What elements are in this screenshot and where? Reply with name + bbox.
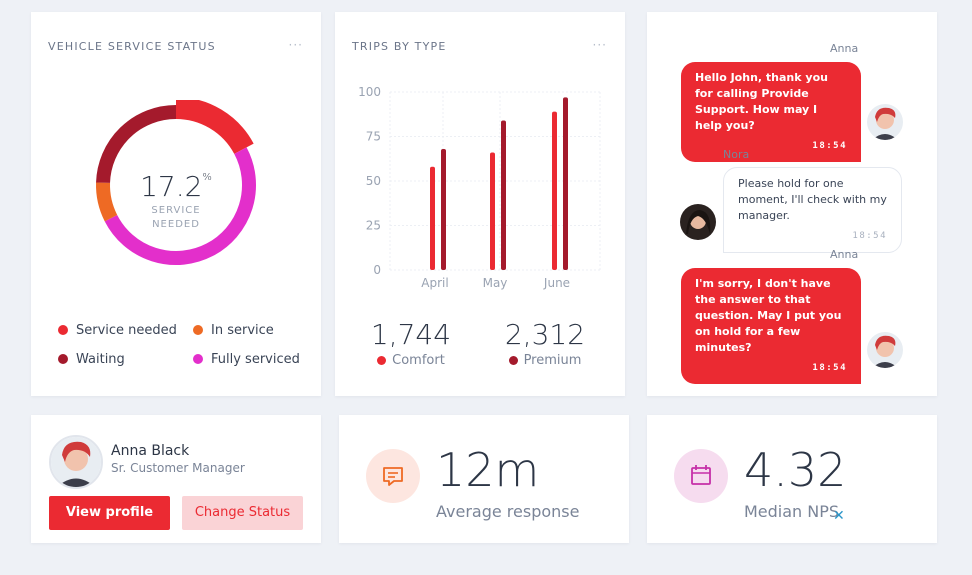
calendar-icon — [691, 465, 711, 485]
message-time: 18:54 — [812, 141, 847, 151]
stat-value: 12m — [436, 443, 540, 497]
bar-comfort-june[interactable] — [552, 111, 557, 270]
premium-stat: 2,312 Premium — [485, 318, 605, 368]
chat-message: I'm sorry, I don't have the answer to th… — [681, 268, 861, 384]
avatar — [680, 204, 716, 240]
legend-dot — [193, 354, 203, 364]
chat-message: Please hold for one moment, I'll check w… — [723, 167, 902, 253]
sender-name: Nora — [723, 148, 750, 161]
y-tick-label: 25 — [366, 219, 381, 233]
stat-icon-circle — [366, 449, 420, 503]
change-status-button[interactable]: Change Status — [182, 496, 303, 530]
donut-segment-in-service — [96, 182, 118, 222]
y-tick-label: 75 — [366, 130, 381, 144]
donut-segment-service-needed — [175, 100, 254, 155]
more-options-icon[interactable]: ··· — [593, 38, 607, 52]
legend-waiting: Waiting — [58, 352, 125, 367]
legend-service-needed: Service needed — [58, 323, 177, 338]
sender-name: Anna — [830, 42, 859, 55]
chat-message: Hello John, thank you for calling Provid… — [681, 62, 861, 162]
x-tick-label: May — [483, 276, 508, 290]
chat-card: Anna Hello John, thank you for calling P… — [647, 12, 937, 396]
message-time: 18:54 — [812, 363, 847, 373]
profile-name: Anna Black — [111, 443, 190, 459]
more-options-icon[interactable]: ··· — [289, 38, 303, 52]
comfort-stat: 1,744 Comfort — [351, 318, 471, 368]
bar-comfort-april[interactable] — [430, 166, 435, 270]
comfort-value: 1,744 — [370, 318, 452, 351]
donut-label-2: NEEDED — [152, 219, 200, 230]
y-tick-label: 50 — [366, 174, 381, 188]
x-tick-label: June — [543, 276, 570, 290]
donut-center: 17.2% SERVICE NEEDED — [126, 170, 226, 231]
stat-value: 4.32 — [744, 443, 847, 497]
donut-label-1: SERVICE — [151, 205, 201, 216]
profile-card: Anna Black Sr. Customer Manager View pro… — [31, 415, 321, 543]
legend-dot — [193, 325, 203, 335]
legend-dot — [58, 354, 68, 364]
trips-bar-chart: 0 25 50 75 100 April May June — [358, 85, 601, 290]
median-nps-card: 4.32 Median NPS ✕ — [647, 415, 937, 543]
x-tick-label: April — [421, 276, 448, 290]
vehicle-service-card: VEHICLE SERVICE STATUS ··· 17.2% SERVICE… — [31, 12, 321, 396]
donut-unit: % — [202, 172, 212, 183]
bar-comfort-may[interactable] — [490, 152, 495, 270]
avatar — [867, 332, 903, 368]
legend-in-service: In service — [193, 323, 274, 338]
avatar — [867, 104, 903, 140]
stat-label: Average response — [436, 502, 580, 521]
y-tick-label: 100 — [358, 85, 381, 99]
donut-value: 17.2% — [140, 170, 212, 203]
legend-dot — [58, 325, 68, 335]
stat-label: Median NPS — [744, 502, 840, 521]
premium-value: 2,312 — [504, 318, 586, 351]
view-profile-button[interactable]: View profile — [49, 496, 170, 530]
legend-fully-serviced: Fully serviced — [193, 352, 300, 367]
message-time: 18:54 — [852, 231, 887, 241]
bar-premium-june[interactable] — [563, 97, 568, 270]
avatar — [49, 435, 103, 489]
trips-by-type-card: TRIPS BY TYPE ··· 0 25 50 75 100 April May June… — [335, 12, 625, 396]
profile-role: Sr. Customer Manager — [111, 461, 245, 475]
y-tick-label: 0 — [373, 263, 381, 277]
premium-label: Premium — [485, 353, 605, 368]
legend-dot — [508, 356, 518, 365]
legend-dot — [377, 356, 387, 365]
bar-premium-may[interactable] — [501, 120, 506, 270]
close-icon[interactable]: ✕ — [833, 508, 845, 524]
comfort-label: Comfort — [351, 353, 471, 368]
sender-name: Anna — [830, 248, 859, 261]
message-icon — [383, 467, 403, 486]
card-title: VEHICLE SERVICE STATUS — [48, 40, 216, 53]
card-title: TRIPS BY TYPE — [352, 40, 447, 53]
average-response-card: 12m Average response — [339, 415, 629, 543]
bar-premium-april[interactable] — [441, 148, 446, 270]
stat-icon-circle — [674, 449, 728, 503]
